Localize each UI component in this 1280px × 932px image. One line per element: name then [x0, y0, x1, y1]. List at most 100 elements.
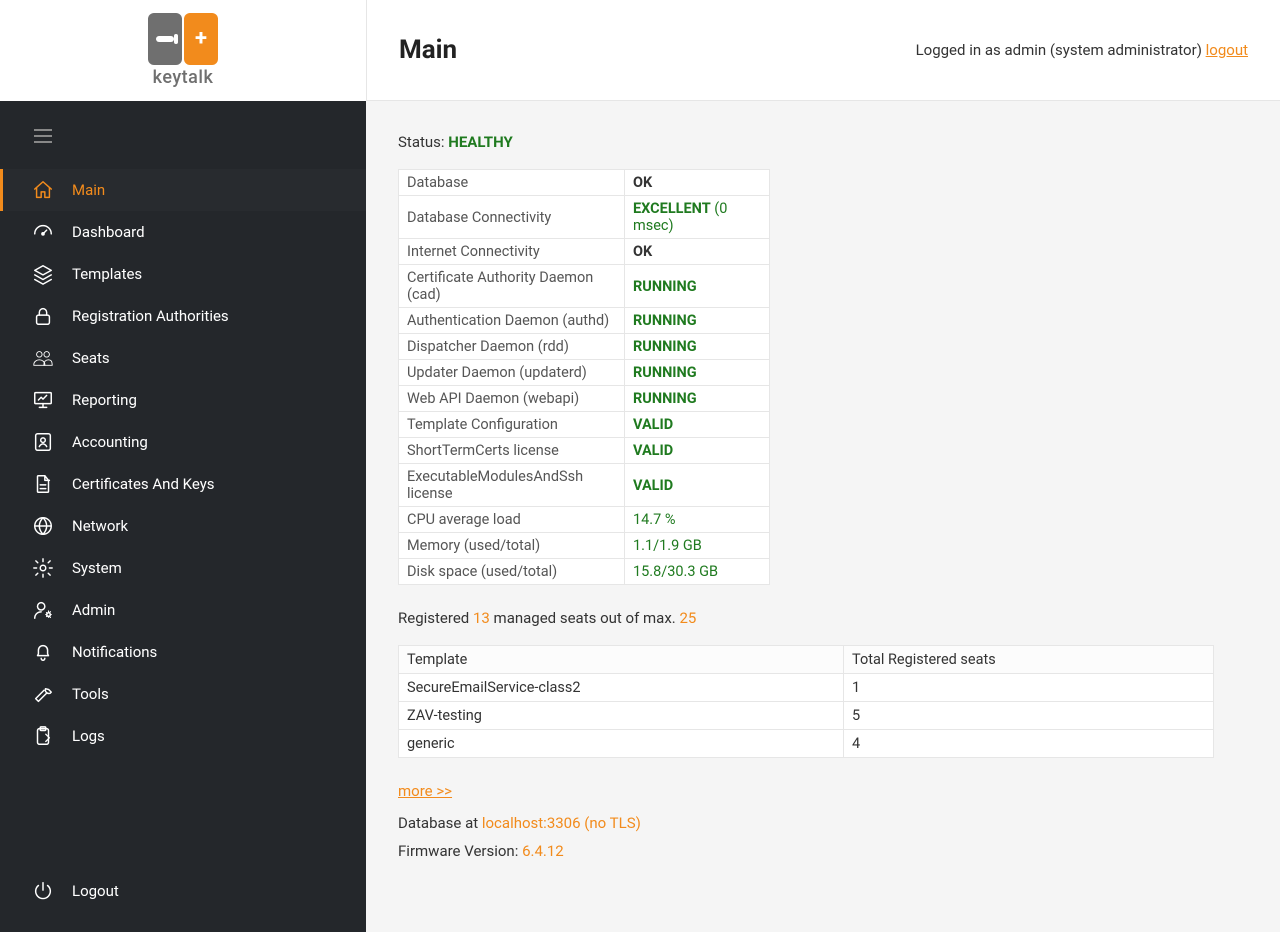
status-name: Web API Daemon (webapi) [399, 386, 625, 412]
col-template: Template [399, 646, 844, 674]
status-value: RUNNING [625, 265, 770, 308]
status-value: RUNNING [625, 386, 770, 412]
power-icon [32, 880, 54, 902]
seats-count: 13 [473, 609, 490, 627]
seats-table: Template Total Registered seats SecureEm… [398, 645, 1214, 758]
page-title: Main [399, 35, 457, 65]
table-row: Updater Daemon (updaterd)RUNNING [399, 360, 770, 386]
presentation-icon [32, 389, 54, 411]
sidebar-item-label: Templates [72, 265, 142, 283]
table-header-row: Template Total Registered seats [399, 646, 1214, 674]
status-value: 1.1/1.9 GB [625, 533, 770, 559]
status-name: Dispatcher Daemon (rdd) [399, 334, 625, 360]
logo-area: + keytalk [0, 0, 366, 101]
sidebar-item-main[interactable]: Main [0, 169, 366, 211]
table-row: generic4 [399, 730, 1214, 758]
sidebar-item-label: Network [72, 517, 128, 535]
sidebar-item-notifications[interactable]: Notifications [0, 631, 366, 673]
status-value: OK [625, 170, 770, 196]
sidebar-item-registration-authorities[interactable]: Registration Authorities [0, 295, 366, 337]
gear-icon [32, 557, 54, 579]
status-name: Authentication Daemon (authd) [399, 308, 625, 334]
seat-template: ZAV-testing [399, 702, 844, 730]
table-row: Disk space (used/total)15.8/30.3 GB [399, 559, 770, 585]
sidebar-item-tools[interactable]: Tools [0, 673, 366, 715]
status-name: Database Connectivity [399, 196, 625, 239]
status-value: RUNNING [625, 360, 770, 386]
table-row: ExecutableModulesAndSsh licenseVALID [399, 464, 770, 507]
table-row: ShortTermCerts licenseVALID [399, 438, 770, 464]
table-row: Template ConfigurationVALID [399, 412, 770, 438]
sidebar-item-accounting[interactable]: Accounting [0, 421, 366, 463]
sidebar-item-label: Main [72, 181, 105, 199]
status-name: Internet Connectivity [399, 239, 625, 265]
sidebar-item-certificates-and-keys[interactable]: Certificates And Keys [0, 463, 366, 505]
seats-summary: Registered 13 managed seats out of max. … [398, 609, 1248, 627]
clipboard-icon [32, 725, 54, 747]
database-link[interactable]: localhost:3306 (no TLS) [482, 814, 641, 832]
sidebar-item-label: Seats [72, 349, 110, 367]
sidebar-item-label: System [72, 559, 122, 577]
status-name: ShortTermCerts license [399, 438, 625, 464]
logo: + keytalk [148, 13, 218, 88]
status-value: VALID [625, 412, 770, 438]
sidebar-item-label: Tools [72, 685, 109, 703]
sidebar-item-label: Admin [72, 601, 115, 619]
login-text: Logged in as admin (system administrator… [916, 41, 1206, 59]
status-name: Certificate Authority Daemon (cad) [399, 265, 625, 308]
status-table: DatabaseOKDatabase ConnectivityEXCELLENT… [398, 169, 770, 585]
status-value: OK [625, 239, 770, 265]
status-label: Status: [398, 133, 448, 151]
brand-name: keytalk [153, 67, 214, 88]
seats-max: 25 [679, 609, 696, 627]
sidebar-item-seats[interactable]: Seats [0, 337, 366, 379]
file-icon [32, 473, 54, 495]
admin-user-icon [32, 599, 54, 621]
sidebar-item-reporting[interactable]: Reporting [0, 379, 366, 421]
table-row: CPU average load14.7 % [399, 507, 770, 533]
topbar: Main Logged in as admin (system administ… [366, 0, 1280, 101]
main: Main Logged in as admin (system administ… [366, 0, 1280, 932]
seat-total: 4 [844, 730, 1214, 758]
sidebar-item-templates[interactable]: Templates [0, 253, 366, 295]
hamburger-icon[interactable] [0, 129, 366, 147]
table-row: Authentication Daemon (authd)RUNNING [399, 308, 770, 334]
table-row: Memory (used/total)1.1/1.9 GB [399, 533, 770, 559]
sidebar-item-logs[interactable]: Logs [0, 715, 366, 757]
login-info: Logged in as admin (system administrator… [916, 41, 1248, 59]
more-link[interactable]: more >> [398, 782, 452, 800]
firmware-version: 6.4.12 [522, 842, 564, 860]
status-name: ExecutableModulesAndSsh license [399, 464, 625, 507]
status-value: HEALTHY [448, 133, 513, 151]
status-line: Status: HEALTHY [398, 133, 1248, 151]
database-info: Database at localhost:3306 (no TLS) [398, 814, 1248, 832]
sidebar-logout[interactable]: Logout [0, 870, 366, 912]
sidebar-item-label: Dashboard [72, 223, 145, 241]
people-icon [32, 347, 54, 369]
table-row: ZAV-testing5 [399, 702, 1214, 730]
logout-link[interactable]: logout [1206, 41, 1248, 59]
sidebar-item-label: Certificates And Keys [72, 475, 215, 493]
gauge-icon [32, 221, 54, 243]
status-value: 15.8/30.3 GB [625, 559, 770, 585]
nav-area: Main Dashboard Templates Registration Autho… [0, 101, 366, 932]
status-name: Database [399, 170, 625, 196]
sidebar-item-admin[interactable]: Admin [0, 589, 366, 631]
sidebar-item-label: Logs [72, 727, 105, 745]
table-row: Certificate Authority Daemon (cad)RUNNIN… [399, 265, 770, 308]
sidebar-item-dashboard[interactable]: Dashboard [0, 211, 366, 253]
status-value: RUNNING [625, 334, 770, 360]
table-row: SecureEmailService-class21 [399, 674, 1214, 702]
table-row: Web API Daemon (webapi)RUNNING [399, 386, 770, 412]
status-name: Template Configuration [399, 412, 625, 438]
status-value: 14.7 % [625, 507, 770, 533]
seat-total: 1 [844, 674, 1214, 702]
sidebar-item-label: Reporting [72, 391, 137, 409]
sidebar-item-system[interactable]: System [0, 547, 366, 589]
sidebar-item-network[interactable]: Network [0, 505, 366, 547]
sidebar-item-label: Notifications [72, 643, 157, 661]
wrench-icon [32, 683, 54, 705]
sidebar-item-label: Registration Authorities [72, 307, 229, 325]
status-name: Disk space (used/total) [399, 559, 625, 585]
status-value: VALID [625, 464, 770, 507]
